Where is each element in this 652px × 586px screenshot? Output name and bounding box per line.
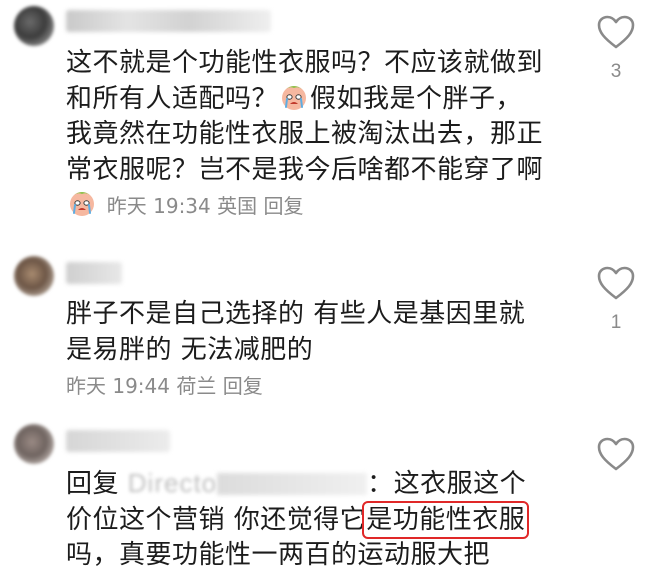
highlighted-phrase: 是功能性衣服 bbox=[362, 500, 530, 539]
crying-face-emoji-icon bbox=[282, 85, 307, 110]
like-button[interactable]: 1 bbox=[596, 265, 636, 334]
like-count: 1 bbox=[610, 312, 622, 333]
heart-outline-icon bbox=[597, 15, 635, 49]
reply-text-after: 吗，真要功能性一两百的运动服大把 bbox=[66, 540, 491, 570]
heart-outline-icon bbox=[597, 437, 635, 471]
avatar[interactable] bbox=[14, 256, 54, 296]
reply-button[interactable]: 回复 bbox=[223, 374, 263, 398]
heart-outline-icon bbox=[597, 266, 635, 300]
comment-meta: 昨天 19:44 荷兰 回复 bbox=[66, 374, 263, 398]
username-blurred[interactable] bbox=[66, 430, 170, 452]
avatar[interactable] bbox=[14, 6, 54, 46]
reply-button[interactable]: 回复 bbox=[263, 194, 303, 218]
reply-to-username-blur-extra bbox=[217, 473, 368, 495]
timestamp-location: 昨天 19:44 荷兰 bbox=[66, 374, 217, 398]
timestamp-location: 昨天 19:34 英国 bbox=[106, 194, 258, 218]
reply-to-username-blurred[interactable]: Directo bbox=[128, 466, 217, 502]
like-button[interactable] bbox=[596, 436, 636, 472]
comment-text-body: 胖子不是自己选择的 有些人是基因里就是易胖的 无法减肥的 bbox=[66, 299, 526, 365]
avatar[interactable] bbox=[14, 424, 54, 464]
reply-prefix: 回复 bbox=[66, 469, 120, 499]
comment-text: 胖子不是自己选择的 有些人是基因里就是易胖的 无法减肥的 昨天 19:44 荷兰… bbox=[66, 297, 546, 405]
username-blurred[interactable] bbox=[66, 10, 271, 32]
comment-text: 这不就是个功能性衣服吗？不应该就做到和所有人适配吗？ 假如我是个胖子，我竟然在功… bbox=[66, 46, 546, 225]
comment-meta: 昨天 19:34 英国 回复 bbox=[107, 194, 304, 218]
like-count: 3 bbox=[610, 61, 622, 82]
like-button[interactable]: 3 bbox=[596, 14, 636, 83]
username-blurred[interactable] bbox=[66, 262, 122, 284]
comment-text: 回复 Directo ：这衣服这个价位这个营销 你还觉得它是功能性衣服吗，真要功能… bbox=[66, 466, 546, 574]
crying-face-emoji-icon bbox=[70, 192, 94, 216]
